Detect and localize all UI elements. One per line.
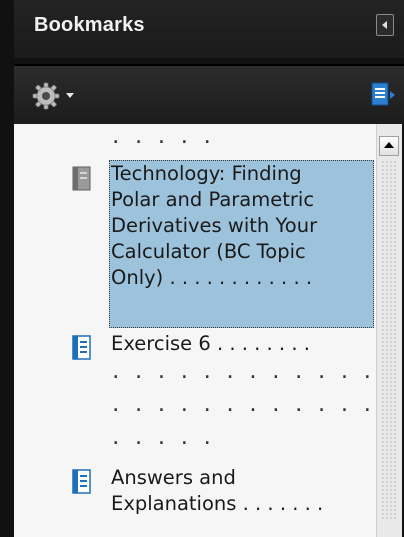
bookmark-page-icon (72, 469, 91, 494)
bookmark-label-line: Explanations . . . . . . . (111, 492, 324, 515)
panel-titlebar: Bookmarks (14, 0, 404, 58)
bookmark-label-line: Polar and Parametric (111, 188, 315, 211)
leader-dots: . . . . . (110, 126, 213, 148)
vertical-scrollbar[interactable] (376, 124, 402, 537)
options-menu-button[interactable] (32, 82, 88, 112)
leader-dots: . . . . . . . . . . . . . . . . (110, 394, 374, 416)
expand-current-bookmark-icon (371, 82, 395, 106)
expand-current-bookmark-button[interactable] (370, 82, 400, 108)
bookmark-page-icon (72, 335, 91, 360)
leader-dots: . . . . . (110, 427, 213, 449)
bookmark-label-line: Derivatives with Your (111, 214, 318, 237)
chevron-down-icon (66, 93, 74, 98)
gear-icon (32, 82, 60, 110)
bookmarks-panel: Bookmarks . . . . . Technology: Finding … (0, 0, 404, 537)
bookmark-label-line: Calculator (BC Topic (111, 240, 306, 263)
bookmark-label-line: Only) . . . . . . . . . . . . (111, 266, 313, 289)
scrollbar-track[interactable] (381, 160, 397, 520)
bookmark-label-line: Answers and (111, 466, 236, 489)
bookmark-label-line: Exercise 6 . . . . . . . . (111, 332, 310, 355)
bookmarks-toolbar (14, 66, 404, 124)
bookmarks-tree: . . . . . Technology: Finding Polar and … (14, 124, 376, 537)
panel-title: Bookmarks (34, 14, 145, 36)
bookmark-page-icon (72, 166, 91, 191)
bookmark-label-line: Technology: Finding (111, 162, 302, 185)
leader-dots: . . . . . . . . . . . . . . . . (110, 361, 374, 383)
scroll-up-button[interactable] (379, 136, 399, 156)
collapse-panel-button[interactable] (376, 14, 394, 36)
